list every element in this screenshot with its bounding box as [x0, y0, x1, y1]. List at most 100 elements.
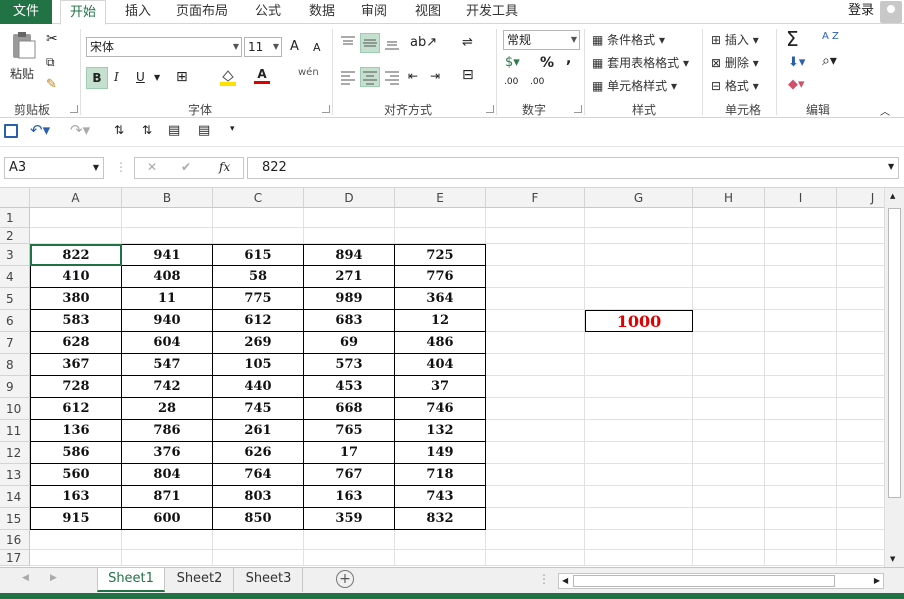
vertical-scroll-thumb[interactable] [888, 208, 901, 498]
cell-I5[interactable] [765, 288, 837, 310]
cell-F1[interactable] [486, 208, 585, 228]
name-box[interactable]: A3 ▼ [4, 157, 104, 179]
format-as-table-button[interactable]: ▦ 套用表格格式 ▾ [592, 54, 689, 71]
cell-H16[interactable] [693, 530, 765, 550]
phonetic-icon[interactable]: wén [298, 67, 319, 78]
cell-A4[interactable]: 410 [30, 266, 122, 288]
cell-C1[interactable] [213, 208, 304, 228]
format-cells-button[interactable]: ⊟ 格式 ▾ [711, 77, 759, 94]
cell-I8[interactable] [765, 354, 837, 376]
column-header-a[interactable]: A [30, 188, 122, 208]
font-name-select[interactable]: 宋体 ▼ [86, 37, 242, 57]
cell-J6[interactable] [837, 310, 884, 332]
cell-D6[interactable]: 683 [304, 310, 395, 332]
column-header-i[interactable]: I [765, 188, 837, 208]
cell-F14[interactable] [486, 486, 585, 508]
cell-E6[interactable]: 12 [395, 310, 486, 332]
cell-B6[interactable]: 940 [122, 310, 213, 332]
cell-D4[interactable]: 271 [304, 266, 395, 288]
underline-button[interactable]: U [136, 70, 145, 84]
cell-B15[interactable]: 600 [122, 508, 213, 530]
cell-C4[interactable]: 58 [213, 266, 304, 288]
cell-B11[interactable]: 786 [122, 420, 213, 442]
cell-J2[interactable] [837, 228, 884, 244]
cell-F17[interactable] [486, 550, 585, 566]
cut-icon[interactable]: ✂ [46, 31, 58, 47]
sheet-tab-sheet2[interactable]: Sheet2 [166, 568, 234, 592]
cell-B2[interactable] [122, 228, 213, 244]
avatar[interactable] [880, 1, 902, 23]
cell-H6[interactable] [693, 310, 765, 332]
cell-G14[interactable] [585, 486, 693, 508]
cell-I7[interactable] [765, 332, 837, 354]
cell-H12[interactable] [693, 442, 765, 464]
cell-I17[interactable] [765, 550, 837, 566]
sheet-tab-sheet3[interactable]: Sheet3 [235, 568, 303, 592]
fill-icon[interactable]: ⬇▾ [788, 55, 805, 70]
cell-A6[interactable]: 583 [30, 310, 122, 332]
undo-icon[interactable]: ↶▾ [30, 121, 50, 139]
cell-C3[interactable]: 615 [213, 244, 304, 266]
confirm-icon[interactable]: ✔ [181, 160, 191, 174]
cell-I6[interactable] [765, 310, 837, 332]
chevron-down-icon[interactable]: ▼ [154, 73, 160, 82]
column-header-f[interactable]: F [486, 188, 585, 208]
cell-A15[interactable]: 915 [30, 508, 122, 530]
row-header-2[interactable]: 2 [0, 228, 30, 244]
cell-A1[interactable] [30, 208, 122, 228]
prev-sheet-icon[interactable]: ◀ [22, 573, 29, 583]
tab-page-layout[interactable]: 页面布局 [170, 0, 234, 24]
cell-A5[interactable]: 380 [30, 288, 122, 310]
cell-I14[interactable] [765, 486, 837, 508]
table-view-icon[interactable]: ▤ [198, 123, 210, 138]
column-header-j[interactable]: J [837, 188, 884, 208]
spreadsheet-grid[interactable]: A B C D E F G H I J 1 2 3 822 941 615 894 725 4 410 408 58 271… [0, 188, 884, 567]
cell-C8[interactable]: 105 [213, 354, 304, 376]
cell-H3[interactable] [693, 244, 765, 266]
column-header-g[interactable]: G [585, 188, 693, 208]
cell-J5[interactable] [837, 288, 884, 310]
cell-G16[interactable] [585, 530, 693, 550]
cell-G1[interactable] [585, 208, 693, 228]
align-middle-icon[interactable] [360, 33, 380, 53]
cell-C14[interactable]: 803 [213, 486, 304, 508]
cell-F11[interactable] [486, 420, 585, 442]
cell-A12[interactable]: 586 [30, 442, 122, 464]
row-header-17[interactable]: 17 [0, 550, 30, 566]
cell-J9[interactable] [837, 376, 884, 398]
cell-F8[interactable] [486, 354, 585, 376]
column-header-d[interactable]: D [304, 188, 395, 208]
conditional-format-button[interactable]: ▦ 条件格式 ▾ [592, 31, 665, 48]
cell-F13[interactable] [486, 464, 585, 486]
paste-icon[interactable] [8, 31, 38, 61]
row-header-3[interactable]: 3 [0, 244, 30, 266]
cell-J4[interactable] [837, 266, 884, 288]
cell-D9[interactable]: 453 [304, 376, 395, 398]
cell-B13[interactable]: 804 [122, 464, 213, 486]
column-header-e[interactable]: E [395, 188, 486, 208]
cell-B7[interactable]: 604 [122, 332, 213, 354]
tab-developer[interactable]: 开发工具 [460, 0, 524, 24]
cell-D15[interactable]: 359 [304, 508, 395, 530]
comma-button[interactable]: , [566, 51, 571, 67]
cell-G4[interactable] [585, 266, 693, 288]
row-header-9[interactable]: 9 [0, 376, 30, 398]
cell-H13[interactable] [693, 464, 765, 486]
cell-G3[interactable] [585, 244, 693, 266]
cell-C6[interactable]: 612 [213, 310, 304, 332]
row-header-16[interactable]: 16 [0, 530, 30, 550]
cell-C17[interactable] [213, 550, 304, 566]
italic-button[interactable]: I [114, 70, 119, 84]
scroll-left-icon[interactable]: ◀ [562, 576, 568, 585]
cell-A8[interactable]: 367 [30, 354, 122, 376]
cell-G9[interactable] [585, 376, 693, 398]
font-launcher-icon[interactable] [322, 105, 330, 113]
cell-C13[interactable]: 764 [213, 464, 304, 486]
alignment-launcher-icon[interactable] [486, 105, 494, 113]
row-header-11[interactable]: 11 [0, 420, 30, 442]
cell-G15[interactable] [585, 508, 693, 530]
cell-A16[interactable] [30, 530, 122, 550]
cell-J16[interactable] [837, 530, 884, 550]
select-all-corner[interactable] [0, 188, 30, 208]
cell-J3[interactable] [837, 244, 884, 266]
